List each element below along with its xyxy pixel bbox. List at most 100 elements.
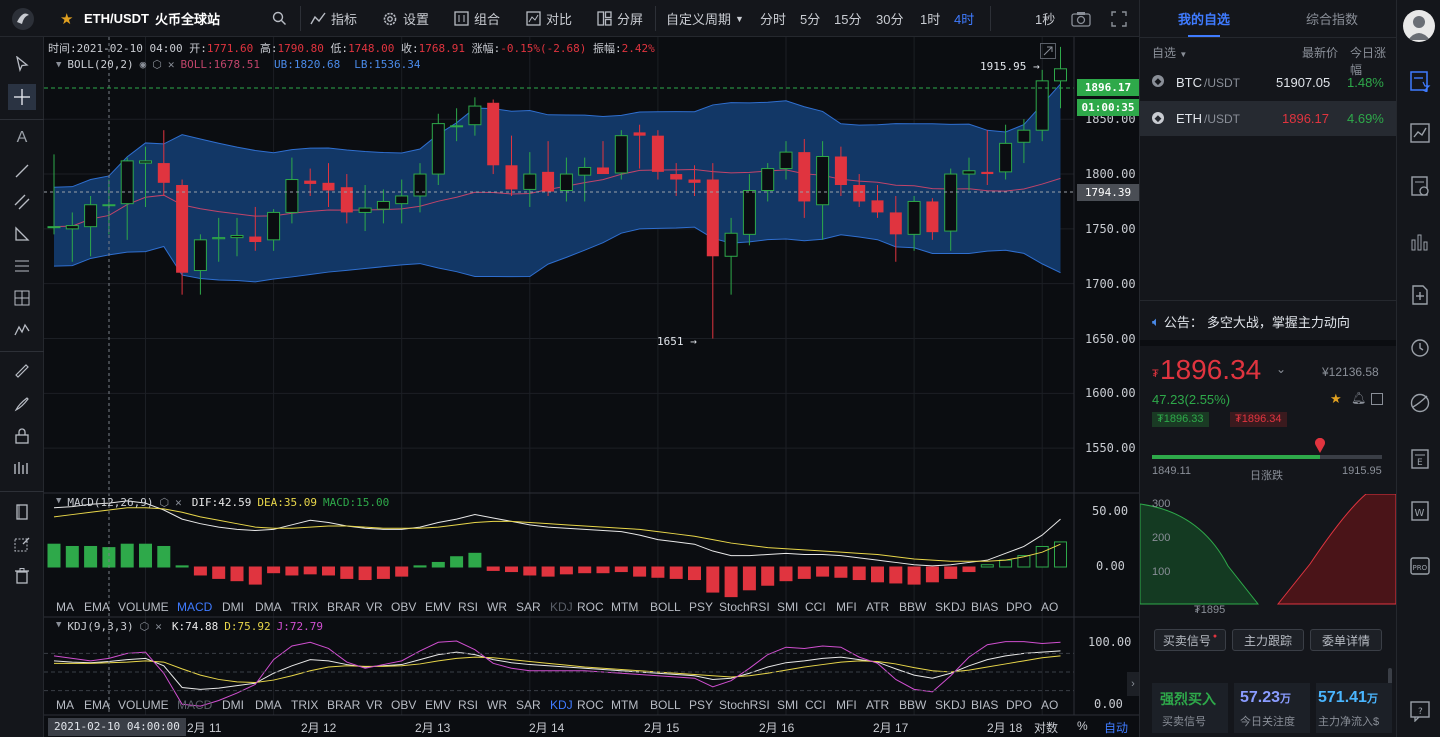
indicator-tab-smi[interactable]: SMI (777, 600, 798, 614)
close-icon[interactable]: ✕ (155, 620, 162, 633)
indicator-tab-mtm[interactable]: MTM (611, 600, 638, 614)
search-icon[interactable] (272, 0, 287, 37)
lock-icon[interactable] (8, 423, 36, 449)
indicator-tab-atr[interactable]: ATR (866, 600, 889, 614)
indicator-tab-dmi[interactable]: DMI (222, 698, 244, 712)
indicator-tab-emv[interactable]: EMV (425, 698, 451, 712)
indicator-tab-volume[interactable]: VOLUME (118, 698, 169, 712)
period-30m[interactable]: 30分 (876, 0, 903, 37)
indicator-tab-macd[interactable]: MACD (177, 698, 212, 712)
tab-composite-index[interactable]: 综合指数 (1268, 0, 1396, 37)
period-1h[interactable]: 1时 (920, 0, 940, 37)
horizontal-lines-tool-icon[interactable] (8, 253, 36, 279)
indicator-tab-kdj[interactable]: KDJ (550, 698, 573, 712)
main-force-tracking-button[interactable]: 主力跟踪 (1232, 629, 1304, 651)
indicator-tab-boll[interactable]: BOLL (650, 698, 681, 712)
collapse-icon[interactable] (1040, 43, 1056, 62)
symbol-title[interactable]: ETH/USDT 火币全球站 (84, 0, 220, 37)
pro-icon[interactable]: PRO (1409, 555, 1431, 580)
camera-icon[interactable] (1071, 0, 1091, 37)
indicator-tab-wr[interactable]: WR (487, 698, 507, 712)
notice-bar[interactable]: 🔈︎ 公告： 多空大战，掌握主力动向 (1152, 312, 1350, 331)
compare-button[interactable]: 对比 (526, 0, 572, 37)
indicator-tab-sar[interactable]: SAR (516, 600, 541, 614)
indicator-tab-macd[interactable]: MACD (177, 600, 212, 614)
indicator-tab-bbw[interactable]: BBW (899, 600, 926, 614)
indicator-tab-dma[interactable]: DMA (255, 600, 282, 614)
indicator-tab-cci[interactable]: CCI (805, 600, 826, 614)
indicator-tab-stochrsi[interactable]: StochRSI (719, 600, 770, 614)
close-icon[interactable]: ✕ (168, 58, 175, 71)
indicator-tab-brar[interactable]: BRAR (327, 698, 360, 712)
indicator-tab-ao[interactable]: AO (1041, 698, 1058, 712)
indicator-tab-wr[interactable]: WR (487, 600, 507, 614)
refresh-interval[interactable]: 1秒 (1035, 0, 1055, 37)
calculator-icon[interactable]: E (1409, 448, 1431, 473)
indicator-tab-atr[interactable]: ATR (866, 698, 889, 712)
split-screen-button[interactable]: 分屏 (597, 0, 643, 37)
triangle-tool-icon[interactable] (8, 221, 36, 247)
trash-icon[interactable] (8, 563, 36, 589)
document-icon[interactable] (1371, 393, 1383, 405)
crosshair-tool-icon[interactable] (8, 84, 36, 110)
pointer-tool-icon[interactable] (8, 51, 36, 77)
watchlist-filter[interactable]: 自选 ▼ (1152, 44, 1187, 61)
avatar[interactable] (1403, 10, 1435, 42)
market-chart-icon[interactable] (1409, 122, 1431, 147)
fullscreen-icon[interactable] (1111, 0, 1127, 37)
edit-template-icon[interactable] (8, 531, 36, 557)
indicator-tab-dpo[interactable]: DPO (1006, 698, 1032, 712)
ruler-tool-icon[interactable] (8, 358, 36, 384)
indicator-tab-skdj[interactable]: SKDJ (935, 698, 966, 712)
chart-area[interactable]: 时间:2021-02-10 04:00 开:1771.60 高:1790.80 … (44, 37, 1139, 717)
tab-my-watchlist[interactable]: 我的自选 (1140, 0, 1268, 37)
indicators-button[interactable]: 指标 (310, 0, 357, 37)
combo-button[interactable]: 组合 (454, 0, 500, 37)
magnet-tool-icon[interactable] (8, 455, 36, 481)
indicator-tab-ma[interactable]: MA (56, 600, 74, 614)
custom-period-dropdown[interactable]: 自定义周期 ▼ (666, 0, 744, 37)
indicator-tab-ema[interactable]: EMA (84, 698, 110, 712)
bar-stats-icon[interactable] (1409, 230, 1431, 255)
indicator-tab-rsi[interactable]: RSI (458, 698, 478, 712)
indicator-tab-ema[interactable]: EMA (84, 600, 110, 614)
indicator-tab-bbw[interactable]: BBW (899, 698, 926, 712)
bell-icon[interactable]: 🔔︎ (1351, 391, 1366, 405)
indicator-tab-trix[interactable]: TRIX (291, 600, 318, 614)
indicator-tab-brar[interactable]: BRAR (327, 600, 360, 614)
wave-tool-icon[interactable] (8, 317, 36, 343)
log-scale-toggle[interactable]: 对数 (1034, 719, 1058, 736)
collapse-panel-icon[interactable]: › (1127, 672, 1139, 696)
indicator-tab-ao[interactable]: AO (1041, 600, 1058, 614)
indicator-tab-dmi[interactable]: DMI (222, 600, 244, 614)
message-icon[interactable]: ? (1409, 700, 1431, 725)
indicator-tab-obv[interactable]: OBV (391, 600, 416, 614)
close-icon[interactable]: ✕ (175, 496, 182, 509)
period-fenshi[interactable]: 分时 (760, 0, 786, 37)
chevron-down-icon[interactable]: ⌄ (1276, 362, 1286, 376)
bookmark-icon[interactable] (8, 499, 36, 525)
buy-sell-signal-button[interactable]: 买卖信号 ● (1154, 629, 1226, 651)
settings-hex-icon[interactable]: ⬡ (140, 620, 150, 633)
indicator-tab-rsi[interactable]: RSI (458, 600, 478, 614)
watchlist-row-eth[interactable]: ◆ ETH /USDT 1896.17 4.69% (1140, 101, 1396, 136)
alarm-clock-icon[interactable] (1409, 336, 1431, 361)
grid-tool-icon[interactable] (8, 285, 36, 311)
settings-hex-icon[interactable]: ⬡ (152, 58, 162, 71)
settings-button[interactable]: 设置 (382, 0, 429, 37)
indicator-tab-vr[interactable]: VR (366, 600, 383, 614)
favorite-star-icon[interactable]: ★ (60, 0, 73, 37)
chevron-down-icon[interactable]: ▼ (56, 620, 61, 633)
chevron-down-icon[interactable]: ▼ (56, 496, 61, 509)
add-page-icon[interactable] (1409, 284, 1431, 309)
indicator-tab-kdj[interactable]: KDJ (550, 600, 573, 614)
indicator-tab-emv[interactable]: EMV (425, 600, 451, 614)
period-4h[interactable]: 4时 (954, 0, 974, 37)
auto-scale-toggle[interactable]: 自动 (1104, 719, 1128, 736)
indicator-tab-vr[interactable]: VR (366, 698, 383, 712)
watchlist-icon[interactable] (1409, 70, 1431, 95)
text-tool-icon[interactable]: A (8, 125, 36, 151)
indicator-tab-mtm[interactable]: MTM (611, 698, 638, 712)
indicator-tab-smi[interactable]: SMI (777, 698, 798, 712)
indicator-tab-trix[interactable]: TRIX (291, 698, 318, 712)
